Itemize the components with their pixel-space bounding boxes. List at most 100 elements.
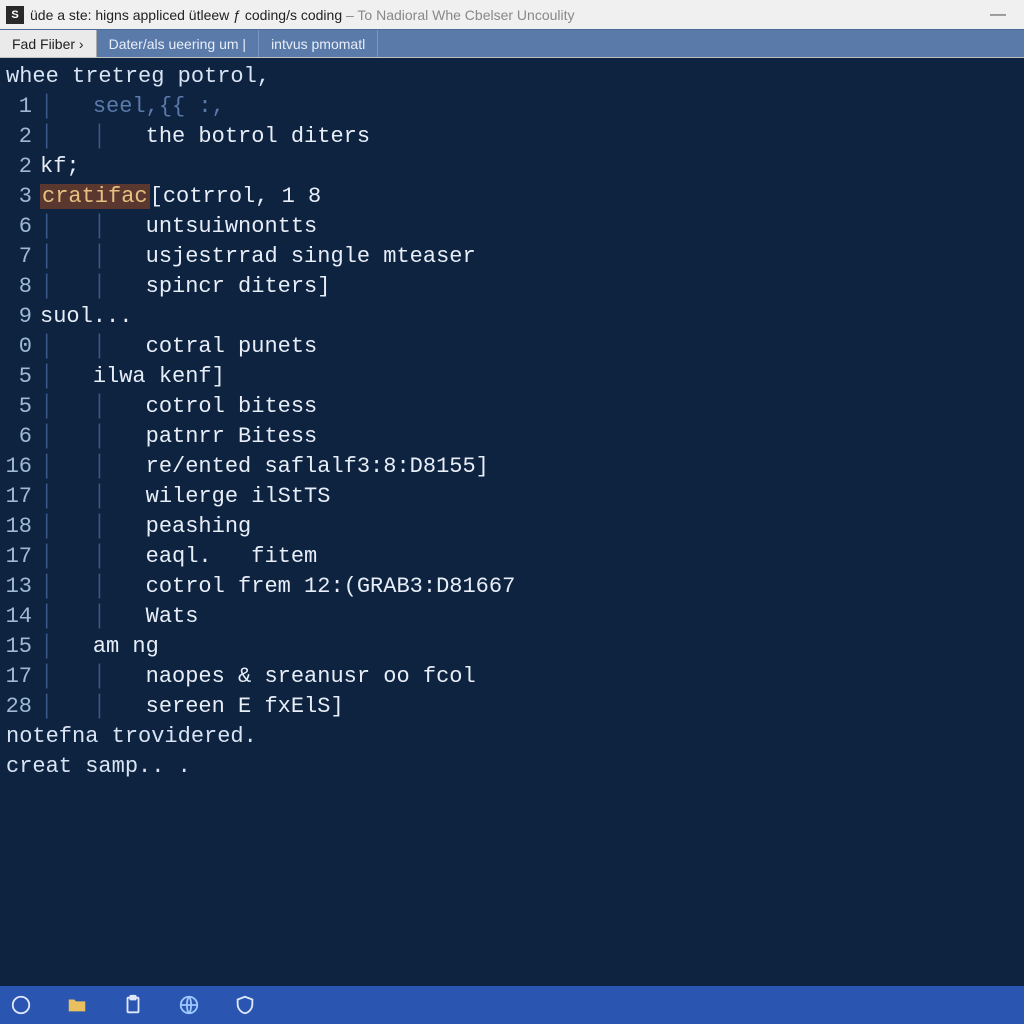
line-number: 17 <box>0 482 40 512</box>
line-number: 8 <box>0 272 40 302</box>
code-text: │ │ usjestrrad single mteaser <box>40 242 476 272</box>
code-text: │ │ cotral punets <box>40 332 317 362</box>
window-title-secondary: – To Nadioral Whe Cbelser Uncoulity <box>342 7 574 23</box>
code-line[interactable]: 18│ │ peashing <box>0 512 1024 542</box>
code-line[interactable]: 15│ am ng <box>0 632 1024 662</box>
code-line[interactable]: 5│ ilwa kenf] <box>0 362 1024 392</box>
line-number: 5 <box>0 392 40 422</box>
line-number: 6 <box>0 422 40 452</box>
tab-file-filter[interactable]: Fad Fiiber › <box>0 30 97 57</box>
line-number: 28 <box>0 692 40 722</box>
line-number: 3 <box>0 182 40 212</box>
code-text: │ seel,{{ :, <box>40 92 225 122</box>
code-text: │ │ the botrol diters <box>40 122 370 152</box>
code-text: │ │ sereen E fxElS] <box>40 692 344 722</box>
window-title: üde a ste: higns appliced ütleew ƒ codin… <box>30 7 972 23</box>
code-line[interactable]: 14│ │ Wats <box>0 602 1024 632</box>
code-text: suol... <box>40 302 132 332</box>
indent-guide: │ │ <box>40 604 146 629</box>
indent-guide: │ │ <box>40 514 146 539</box>
code-line[interactable]: 6│ │ untsuiwnontts <box>0 212 1024 242</box>
line-number: 2 <box>0 152 40 182</box>
code-line[interactable]: 3cratifac[cotrrol, 1 8 <box>0 182 1024 212</box>
line-number: 5 <box>0 362 40 392</box>
code-header-line[interactable]: whee tretreg potrol, <box>0 62 1024 92</box>
indent-guide: │ │ <box>40 664 146 689</box>
code-line[interactable]: 2kf; <box>0 152 1024 182</box>
taskbar <box>0 986 1024 1024</box>
line-number: 9 <box>0 302 40 332</box>
line-number: 7 <box>0 242 40 272</box>
code-text: kf; <box>40 152 80 182</box>
code-line[interactable]: 5│ │ cotrol bitess <box>0 392 1024 422</box>
code-line[interactable]: 1│ seel,{{ :, <box>0 92 1024 122</box>
indent-guide: │ │ <box>40 694 146 719</box>
code-text: │ │ naopes & sreanusr oo fcol <box>40 662 476 692</box>
line-number: 17 <box>0 662 40 692</box>
window-titlebar: S üde a ste: higns appliced ütleew ƒ cod… <box>0 0 1024 30</box>
indent-guide: │ │ <box>40 484 146 509</box>
code-text: │ │ re/ented saflalf3:8:D8155] <box>40 452 489 482</box>
code-line[interactable]: 0│ │ cotral punets <box>0 332 1024 362</box>
code-line[interactable]: 17│ │ eaql. fitem <box>0 542 1024 572</box>
indent-guide: │ │ <box>40 574 146 599</box>
code-line[interactable]: 7│ │ usjestrrad single mteaser <box>0 242 1024 272</box>
code-line[interactable]: 6│ │ patnrr Bitess <box>0 422 1024 452</box>
tab-inputs-format[interactable]: intvus pmomatl <box>259 30 378 57</box>
code-editor[interactable]: whee tretreg potrol,1│ seel,{{ :,2│ │ th… <box>0 58 1024 986</box>
line-number: 0 <box>0 332 40 362</box>
line-number: 17 <box>0 542 40 572</box>
code-line[interactable]: 17│ │ wilerge ilStTS <box>0 482 1024 512</box>
indent-guide: │ │ <box>40 124 146 149</box>
indent-guide: │ │ <box>40 544 146 569</box>
code-text: cratifac[cotrrol, 1 8 <box>40 182 321 212</box>
indent-guide: │ │ <box>40 244 146 269</box>
code-text: │ │ cotrol bitess <box>40 392 317 422</box>
app-icon: S <box>6 6 24 24</box>
indent-guide: │ <box>40 94 93 119</box>
line-number: 16 <box>0 452 40 482</box>
code-line[interactable]: 16│ │ re/ented saflalf3:8:D8155] <box>0 452 1024 482</box>
indent-guide: │ │ <box>40 214 146 239</box>
code-text: │ │ cotrol frem 12:(GRAB3:D81667 <box>40 572 515 602</box>
line-number: 18 <box>0 512 40 542</box>
line-number: 2 <box>0 122 40 152</box>
code-text: │ │ peashing <box>40 512 251 542</box>
line-number: 1 <box>0 92 40 122</box>
clipboard-icon[interactable] <box>120 992 146 1018</box>
code-line[interactable]: 9suol... <box>0 302 1024 332</box>
line-number: 6 <box>0 212 40 242</box>
code-footer-line[interactable]: notefna trovidered. <box>0 722 1024 752</box>
code-text: │ ilwa kenf] <box>40 362 225 392</box>
code-line[interactable]: 13│ │ cotrol frem 12:(GRAB3:D81667 <box>0 572 1024 602</box>
indent-guide: │ │ <box>40 394 146 419</box>
files-icon[interactable] <box>64 992 90 1018</box>
minimize-button[interactable]: — <box>978 0 1018 29</box>
code-line[interactable]: 28│ │ sereen E fxElS] <box>0 692 1024 722</box>
code-text: │ │ untsuiwnontts <box>40 212 317 242</box>
code-text: │ │ Wats <box>40 602 198 632</box>
code-line[interactable]: 2│ │ the botrol diters <box>0 122 1024 152</box>
code-footer-line[interactable]: creat samp.. . <box>0 752 1024 782</box>
line-number: 15 <box>0 632 40 662</box>
indent-guide: │ <box>40 634 93 659</box>
code-text: │ │ spincr diters] <box>40 272 330 302</box>
line-number: 14 <box>0 602 40 632</box>
tab-data-steering[interactable]: Dater/als ueering um | <box>97 30 259 57</box>
code-text: │ │ eaql. fitem <box>40 542 317 572</box>
globe-icon[interactable] <box>176 992 202 1018</box>
code-text: │ │ patnrr Bitess <box>40 422 317 452</box>
code-line[interactable]: 17│ │ naopes & sreanusr oo fcol <box>0 662 1024 692</box>
security-icon[interactable] <box>232 992 258 1018</box>
code-line[interactable]: 8│ │ spincr diters] <box>0 272 1024 302</box>
indent-guide: │ <box>40 364 93 389</box>
tab-bar: Fad Fiiber › Dater/als ueering um | intv… <box>0 30 1024 58</box>
start-icon[interactable] <box>8 992 34 1018</box>
highlighted-keyword: cratifac <box>40 184 150 209</box>
line-number: 13 <box>0 572 40 602</box>
code-text: │ am ng <box>40 632 159 662</box>
indent-guide: │ │ <box>40 454 146 479</box>
indent-guide: │ │ <box>40 424 146 449</box>
indent-guide: │ │ <box>40 334 146 359</box>
indent-guide: │ │ <box>40 274 146 299</box>
